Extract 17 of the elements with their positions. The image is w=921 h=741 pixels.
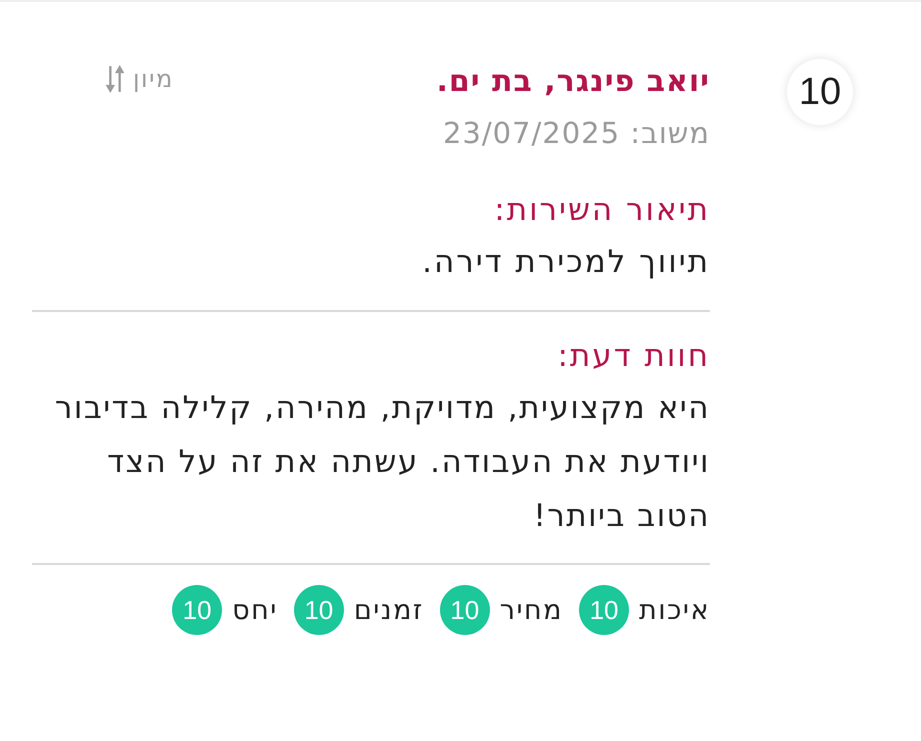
- reviewer-name: יואב פינגר, בת ים.: [436, 63, 710, 101]
- rating-score-badge: 10: [579, 585, 630, 635]
- sort-button[interactable]: מיון: [105, 64, 174, 94]
- service-heading: תיאור השירות:: [493, 191, 710, 230]
- service-description: תיווך למכירת דירה.: [421, 243, 710, 282]
- rating-label: איכות: [639, 594, 710, 626]
- opinion-text: היא מקצועית, מדויקת, מהירה, קלילה בדיבור ויודעת את העבודה. עשתה את זה על הצד הטוב ביותר!: [54, 389, 710, 536]
- rating-score-badge: 10: [294, 585, 344, 635]
- rating-score-badge: 10: [440, 585, 490, 635]
- rating-label: יחס: [232, 594, 278, 626]
- rating-label: זמנים: [354, 594, 424, 626]
- sort-icon: [105, 65, 125, 93]
- opinion-heading: חוות דעת:: [556, 337, 710, 376]
- score-badge: 10: [787, 59, 853, 125]
- rating-label: מחיר: [500, 594, 564, 626]
- feedback-date: משוב: 23/07/2025: [442, 115, 710, 152]
- rating-score-badge: 10: [172, 585, 222, 635]
